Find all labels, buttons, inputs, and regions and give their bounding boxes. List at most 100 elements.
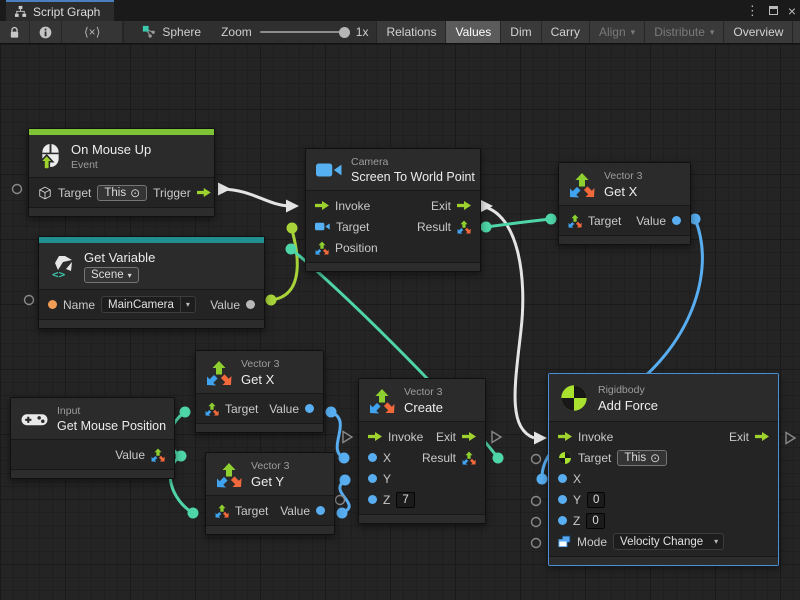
zoom-value: 1x — [356, 25, 369, 39]
breadcrumb[interactable]: Sphere — [124, 21, 213, 43]
node-get-x-top[interactable]: Vector 3 Get X Target Value — [558, 162, 691, 245]
node-title: Screen To World Point — [351, 170, 475, 184]
vector3-port-icon[interactable] — [151, 448, 165, 462]
unity-script-graph-window: Script Graph ⋮ × ⟨×⟩ Sphere — [0, 0, 800, 600]
object-port-dot[interactable] — [246, 300, 255, 309]
close-icon[interactable]: × — [788, 4, 796, 18]
tab-script-graph[interactable]: Script Graph — [6, 0, 114, 21]
object-picker-icon: ⊙ — [650, 451, 660, 465]
carry-button[interactable]: Carry — [541, 21, 589, 43]
float-port-dot[interactable] — [558, 474, 567, 483]
target-object-field[interactable]: This⊙ — [617, 450, 667, 466]
info-button[interactable] — [30, 21, 62, 43]
node-on-mouse-up[interactable]: On Mouse Up Event Target This⊙ Trigger — [28, 128, 215, 217]
target-port-label: Target — [578, 451, 611, 465]
node-get-mouse-position[interactable]: Input Get Mouse Position Value — [10, 397, 175, 479]
node-get-x-mid[interactable]: Vector 3 Get X Target Value — [195, 350, 324, 433]
node-title: Get Y — [251, 474, 290, 489]
vector3-port-icon[interactable] — [215, 504, 229, 518]
node-vector3-create[interactable]: Vector 3 Create Invoke Exit X Result — [358, 378, 486, 524]
invoke-port-label: Invoke — [578, 430, 613, 444]
target-port-label: Target — [588, 214, 621, 228]
invoke-port-arrow[interactable] — [558, 432, 572, 441]
node-type: Vector 3 — [604, 170, 643, 182]
node-title: Create — [404, 400, 443, 415]
target-port-label: Target — [225, 402, 258, 416]
result-port-label: Result — [417, 220, 451, 234]
camera-port-icon[interactable] — [315, 221, 330, 232]
float-port-dot[interactable] — [316, 506, 325, 515]
vector3-port-icon[interactable] — [457, 220, 471, 234]
float-port-dot[interactable] — [558, 516, 567, 525]
maximize-icon[interactable] — [769, 6, 778, 15]
float-port-dot[interactable] — [558, 495, 567, 504]
result-port-label: Result — [422, 451, 456, 465]
zoom-label: Zoom — [221, 25, 252, 39]
float-port-dot[interactable] — [305, 404, 314, 413]
z-value-field[interactable]: 7 — [396, 492, 414, 508]
code-preview-button[interactable]: ⟨×⟩ — [62, 21, 123, 43]
value-port-label: Value — [269, 402, 299, 416]
float-port-dot[interactable] — [368, 474, 377, 483]
vector3-icon — [206, 360, 232, 386]
vector3-port-icon[interactable] — [205, 402, 219, 416]
target-port-label: Target — [235, 504, 268, 518]
variable-scope-dropdown[interactable]: Scene▾ — [84, 267, 139, 283]
exit-port-arrow[interactable] — [457, 201, 471, 210]
relations-button[interactable]: Relations — [376, 21, 445, 43]
node-footer — [39, 319, 264, 328]
exit-port-arrow[interactable] — [462, 432, 476, 441]
enum-icon — [558, 535, 571, 548]
value-port-label: Value — [115, 448, 145, 462]
x-port-label: X — [573, 472, 581, 486]
value-port-label: Value — [280, 504, 310, 518]
chevron-down-icon: ▾ — [180, 297, 195, 312]
node-footer — [549, 556, 778, 565]
code-icon: ⟨×⟩ — [84, 25, 100, 39]
mouse-up-icon — [39, 143, 62, 170]
float-port-dot[interactable] — [368, 495, 377, 504]
exit-port-arrow[interactable] — [755, 432, 769, 441]
values-button[interactable]: Values — [445, 21, 500, 43]
node-get-variable[interactable]: <> Get Variable Scene▾ Name MainCamera ▾… — [38, 236, 265, 329]
flow-arrow-icon[interactable] — [197, 188, 211, 197]
invoke-port-arrow[interactable] — [368, 432, 382, 441]
node-title: Get Variable — [84, 250, 155, 265]
node-type: Vector 3 — [404, 386, 443, 398]
vector3-port-icon[interactable] — [315, 241, 329, 255]
vector3-port-icon[interactable] — [462, 451, 476, 465]
float-port-dot[interactable] — [672, 216, 681, 225]
string-port-dot[interactable] — [48, 300, 57, 309]
align-button[interactable]: Align▾ — [589, 21, 644, 43]
y-value-field[interactable]: 0 — [587, 492, 605, 508]
exit-port-label: Exit — [431, 199, 451, 213]
camera-icon — [316, 161, 342, 179]
value-port-label: Value — [636, 214, 666, 228]
float-port-dot[interactable] — [368, 453, 377, 462]
lock-button[interactable] — [0, 21, 30, 43]
svg-text:<>: <> — [52, 268, 66, 280]
zoom-slider[interactable] — [260, 31, 348, 33]
info-icon — [39, 26, 52, 39]
node-get-y[interactable]: Vector 3 Get Y Target Value — [205, 452, 335, 535]
overview-button[interactable]: Overview — [723, 21, 792, 43]
target-object-field[interactable]: This⊙ — [97, 185, 147, 201]
window-menu-icon[interactable]: ⋮ — [746, 3, 759, 19]
vector3-port-icon[interactable] — [568, 214, 582, 228]
fullscreen-button[interactable]: Full Screen — [792, 21, 800, 43]
node-add-force[interactable]: Rigidbody Add Force Invoke Exit Target T… — [548, 373, 779, 566]
node-footer — [559, 235, 690, 244]
trigger-port-label: Trigger — [153, 186, 191, 200]
dim-button[interactable]: Dim — [500, 21, 540, 43]
z-value-field[interactable]: 0 — [586, 513, 604, 529]
rigidbody-port-icon[interactable] — [558, 451, 572, 465]
node-type: Vector 3 — [251, 460, 290, 472]
zoom-slider-handle[interactable] — [339, 27, 350, 38]
node-title: Get X — [604, 184, 643, 199]
variable-name-dropdown[interactable]: MainCamera ▾ — [101, 296, 196, 313]
distribute-button[interactable]: Distribute▾ — [644, 21, 723, 43]
node-screen-to-world-point[interactable]: Camera Screen To World Point Invoke Exit… — [305, 148, 481, 272]
mode-dropdown[interactable]: Velocity Change ▾ — [613, 533, 724, 550]
node-title: Get X — [241, 372, 280, 387]
invoke-port-arrow[interactable] — [315, 201, 329, 210]
